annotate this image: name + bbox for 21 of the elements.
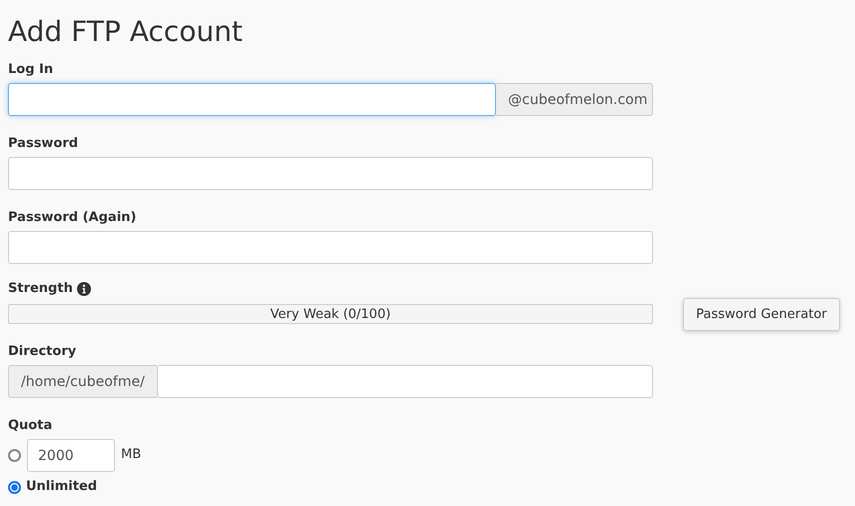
login-field[interactable] [8, 83, 496, 116]
directory-prefix: /home/cubeofme/ [8, 365, 157, 398]
password-again-field[interactable] [8, 231, 653, 264]
domain-addon: @cubeofmelon.com [496, 83, 653, 116]
field-label: Password (Again) [8, 209, 136, 227]
field-label: Quota [8, 417, 52, 435]
radio-label: Unlimited [26, 478, 98, 496]
page-title: Add FTP Account [8, 14, 244, 50]
strength-reading: Very Weak (0/100) [270, 306, 391, 322]
field-label: Strength [8, 280, 73, 298]
radio-button[interactable] [8, 480, 21, 494]
quota-field[interactable]: 2000 [27, 439, 115, 472]
directory-field[interactable] [156, 365, 653, 398]
password-field[interactable] [8, 157, 653, 190]
field-label: Log In [8, 61, 54, 79]
password-generator-button[interactable]: Password Generator [683, 298, 840, 330]
unit-label: MB [121, 447, 142, 462]
info-icon[interactable] [76, 282, 91, 296]
radio-button[interactable] [8, 449, 21, 462]
field-label: Directory [8, 343, 76, 361]
field-label: Password [8, 135, 78, 153]
